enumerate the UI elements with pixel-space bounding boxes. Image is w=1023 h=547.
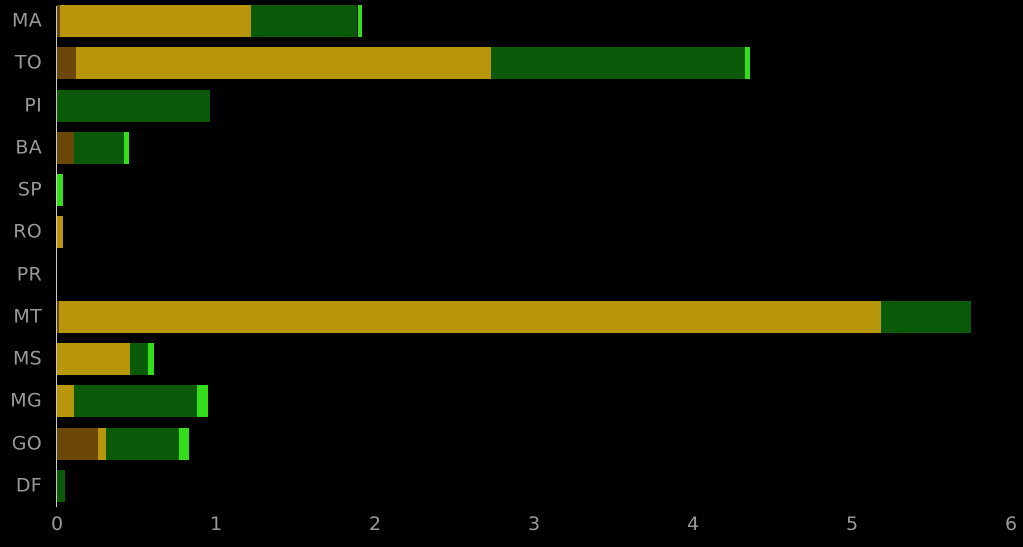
x-axis-tick-label: 5 [845, 513, 859, 535]
x-axis-tick-label: 1 [209, 513, 223, 535]
bar-segment-series-goldenrod[interactable] [76, 47, 492, 80]
stacked-bar[interactable] [57, 5, 363, 38]
y-axis-tick-label: SP [17, 178, 42, 201]
stacked-bar-chart: MA TO PI BA SP RO PR MT MS MG GO DF 0 1 2 3 4 5 6 [0, 0, 1023, 547]
stacked-bar[interactable] [57, 174, 64, 207]
plot-area: MA TO PI BA SP RO PR MT MS MG GO DF 0 1 2 3 4 5 6 [0, 0, 1023, 547]
y-axis-tick-label: MA [12, 9, 42, 32]
bar-segment-series-dark-green[interactable] [491, 47, 746, 80]
x-axis-tick-label: 0 [50, 513, 64, 535]
stacked-bar[interactable] [57, 89, 210, 122]
bar-segment-series-bright-green[interactable] [123, 131, 129, 164]
bar-segment-series-dark-green[interactable] [106, 427, 180, 460]
bar-segment-series-dark-green[interactable] [880, 300, 972, 333]
bar-rows: MA TO PI BA SP RO PR MT MS MG GO DF [0, 0, 1023, 507]
bar-row: PI [0, 85, 1023, 127]
y-axis-tick-label: MT [13, 305, 42, 328]
x-axis-tick-label: 2 [368, 513, 382, 535]
bar-segment-series-brown[interactable] [57, 131, 75, 164]
stacked-bar[interactable] [57, 216, 64, 249]
stacked-bar[interactable] [57, 343, 154, 376]
y-axis-tick-label: PR [16, 263, 42, 286]
bar-segment-series-dark-green[interactable] [130, 343, 148, 376]
stacked-bar[interactable] [57, 131, 129, 164]
x-axis-tick-label: 3 [527, 513, 541, 535]
bar-segment-series-dark-green[interactable] [57, 469, 65, 502]
y-axis-tick-label: PI [24, 94, 42, 117]
bar-segment-series-bright-green[interactable] [196, 385, 209, 418]
stacked-bar[interactable] [57, 469, 65, 502]
bar-row: MA [0, 0, 1023, 42]
bar-segment-series-goldenrod[interactable] [57, 216, 64, 249]
y-axis-tick-label: RO [13, 220, 42, 243]
x-axis: 0 1 2 3 4 5 6 [0, 507, 1023, 547]
y-axis-tick-label: GO [11, 432, 42, 455]
bar-segment-series-bright-green[interactable] [745, 47, 751, 80]
bar-segment-series-goldenrod[interactable] [57, 385, 75, 418]
bar-segment-series-bright-green[interactable] [57, 174, 64, 207]
bar-segment-series-goldenrod[interactable] [60, 5, 251, 38]
bar-segment-series-goldenrod[interactable] [57, 343, 131, 376]
bar-row: PR [0, 254, 1023, 296]
x-axis-tick-label: 6 [1004, 513, 1018, 535]
stacked-bar[interactable] [57, 385, 209, 418]
y-axis-tick-label: TO [14, 51, 42, 74]
bar-row: GO [0, 423, 1023, 465]
bar-segment-series-dark-green[interactable] [250, 5, 358, 38]
bar-row: RO [0, 211, 1023, 253]
bar-row: SP [0, 169, 1023, 211]
bar-segment-series-brown[interactable] [57, 427, 99, 460]
bar-row: TO [0, 42, 1023, 84]
stacked-bar[interactable] [57, 300, 972, 333]
bar-row: BA [0, 127, 1023, 169]
bar-segment-series-goldenrod[interactable] [98, 427, 107, 460]
stacked-bar[interactable] [57, 427, 189, 460]
bar-segment-series-dark-green[interactable] [74, 385, 197, 418]
y-axis-tick-label: MG [10, 389, 42, 412]
bar-row: MS [0, 338, 1023, 380]
bar-segment-series-goldenrod[interactable] [58, 300, 881, 333]
y-axis-tick-label: MS [12, 347, 42, 370]
bar-row: DF [0, 465, 1023, 507]
stacked-bar[interactable] [57, 47, 751, 80]
bar-segment-series-brown[interactable] [57, 47, 77, 80]
bar-segment-series-bright-green[interactable] [179, 427, 189, 460]
x-axis-tick-label: 4 [686, 513, 700, 535]
bar-segment-series-dark-green[interactable] [57, 89, 210, 122]
bar-segment-series-bright-green[interactable] [147, 343, 154, 376]
bar-row: MT [0, 296, 1023, 338]
bar-row: MG [0, 380, 1023, 422]
y-axis-tick-label: DF [15, 474, 42, 497]
bar-segment-series-bright-green[interactable] [357, 5, 363, 38]
bar-segment-series-dark-green[interactable] [74, 131, 124, 164]
y-axis-tick-label: BA [15, 136, 42, 159]
